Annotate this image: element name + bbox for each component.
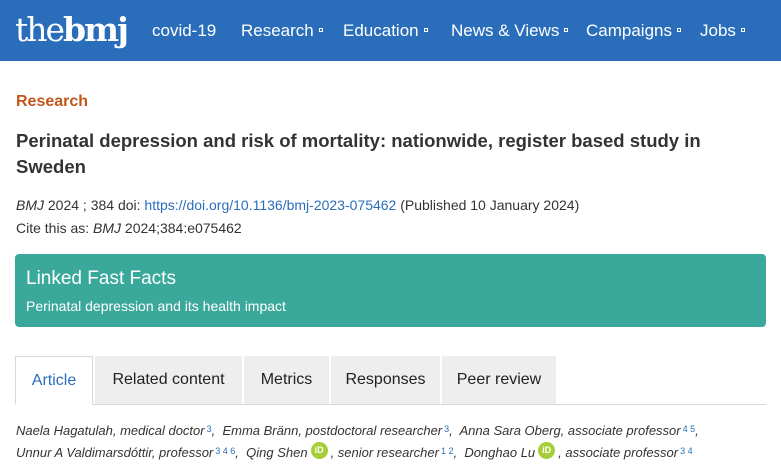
section-label: Research bbox=[16, 93, 89, 110]
affiliation-ref[interactable]: 3 bbox=[444, 424, 449, 434]
doi-link[interactable]: https://doi.org/10.1136/bmj-2023-075462 bbox=[144, 197, 396, 213]
published-date: (Published 10 January 2024) bbox=[396, 197, 580, 213]
nav-research-label: Research bbox=[241, 21, 314, 40]
tabs-divider bbox=[15, 404, 766, 405]
top-nav-bar: thebmj covid-19 Research Education News … bbox=[0, 0, 781, 61]
year-volume: 2024 ; 384 doi: bbox=[44, 197, 145, 213]
dropdown-icon bbox=[740, 27, 745, 32]
tab-peer-review[interactable]: Peer review bbox=[442, 356, 556, 404]
nav-campaigns-label: Campaigns bbox=[586, 21, 672, 40]
author-name[interactable]: Donghao Lu bbox=[464, 445, 535, 460]
fast-facts-title: Linked Fast Facts bbox=[26, 268, 176, 289]
cite-prefix: Cite this as: bbox=[16, 220, 94, 236]
author-role: , associate professor bbox=[558, 445, 679, 460]
dropdown-icon bbox=[318, 27, 323, 32]
dropdown-icon bbox=[677, 27, 681, 32]
nav-jobs-label: Jobs bbox=[700, 21, 736, 40]
nav-news-views[interactable]: News & Views bbox=[451, 20, 569, 42]
linked-fast-facts-box[interactable]: Linked Fast Facts Perinatal depression a… bbox=[15, 254, 766, 327]
orcid-icon[interactable]: iD bbox=[538, 442, 556, 460]
orcid-icon[interactable]: iD bbox=[310, 442, 328, 460]
article-title: Perinatal depression and risk of mortali… bbox=[16, 130, 701, 177]
logo-the: the bbox=[15, 10, 65, 49]
nav-covid-19[interactable]: covid-19 bbox=[152, 20, 216, 42]
journal-name: BMJ bbox=[16, 197, 44, 213]
author-name[interactable]: Unnur A Valdimarsdóttir, professor bbox=[16, 445, 213, 460]
dropdown-icon bbox=[564, 27, 569, 32]
dropdown-icon bbox=[423, 27, 428, 32]
author-name[interactable]: Naela Hagatulah, medical doctor bbox=[16, 423, 205, 438]
author-name[interactable]: Qing Shen bbox=[246, 445, 307, 460]
nav-education[interactable]: Education bbox=[343, 20, 428, 42]
tab-responses[interactable]: Responses bbox=[331, 356, 440, 404]
author-role: , senior researcher bbox=[330, 445, 439, 460]
bmj-logo[interactable]: thebmj bbox=[15, 10, 129, 50]
tab-metrics[interactable]: Metrics bbox=[244, 356, 329, 404]
nav-jobs[interactable]: Jobs bbox=[700, 20, 745, 42]
affiliation-ref[interactable]: 4 5 bbox=[683, 424, 696, 434]
nav-covid-19-label: covid-19 bbox=[152, 21, 217, 40]
nav-campaigns[interactable]: Campaigns bbox=[586, 20, 681, 42]
cite-this-as: Cite this as: BMJ 2024;384:e075462 bbox=[16, 218, 242, 238]
affiliation-ref[interactable]: 3 4 6 bbox=[215, 446, 235, 456]
tab-article[interactable]: Article bbox=[15, 356, 93, 405]
author-name[interactable]: Emma Bränn, postdoctoral researcher bbox=[222, 423, 442, 438]
affiliation-ref[interactable]: 3 bbox=[207, 424, 212, 434]
fast-facts-subtitle: Perinatal depression and its health impa… bbox=[26, 298, 286, 314]
affiliation-ref[interactable]: 1 2 bbox=[441, 446, 454, 456]
affiliation-ref[interactable]: 3 4 bbox=[680, 446, 693, 456]
tab-related-content[interactable]: Related content bbox=[95, 356, 242, 404]
nav-education-label: Education bbox=[343, 21, 419, 40]
author-list: Naela Hagatulah, medical doctor 3, Emma B… bbox=[16, 423, 699, 460]
nav-news-views-label: News & Views bbox=[451, 21, 560, 40]
logo-bmj: bmj bbox=[63, 10, 129, 49]
citation-line: BMJ 2024 ; 384 doi: https://doi.org/10.1… bbox=[16, 195, 579, 215]
cite-journal: BMJ bbox=[93, 220, 122, 236]
author-name[interactable]: Anna Sara Oberg, associate professor bbox=[460, 423, 681, 438]
nav-research[interactable]: Research bbox=[241, 20, 323, 42]
cite-reference: 2024;384:e075462 bbox=[121, 220, 242, 236]
